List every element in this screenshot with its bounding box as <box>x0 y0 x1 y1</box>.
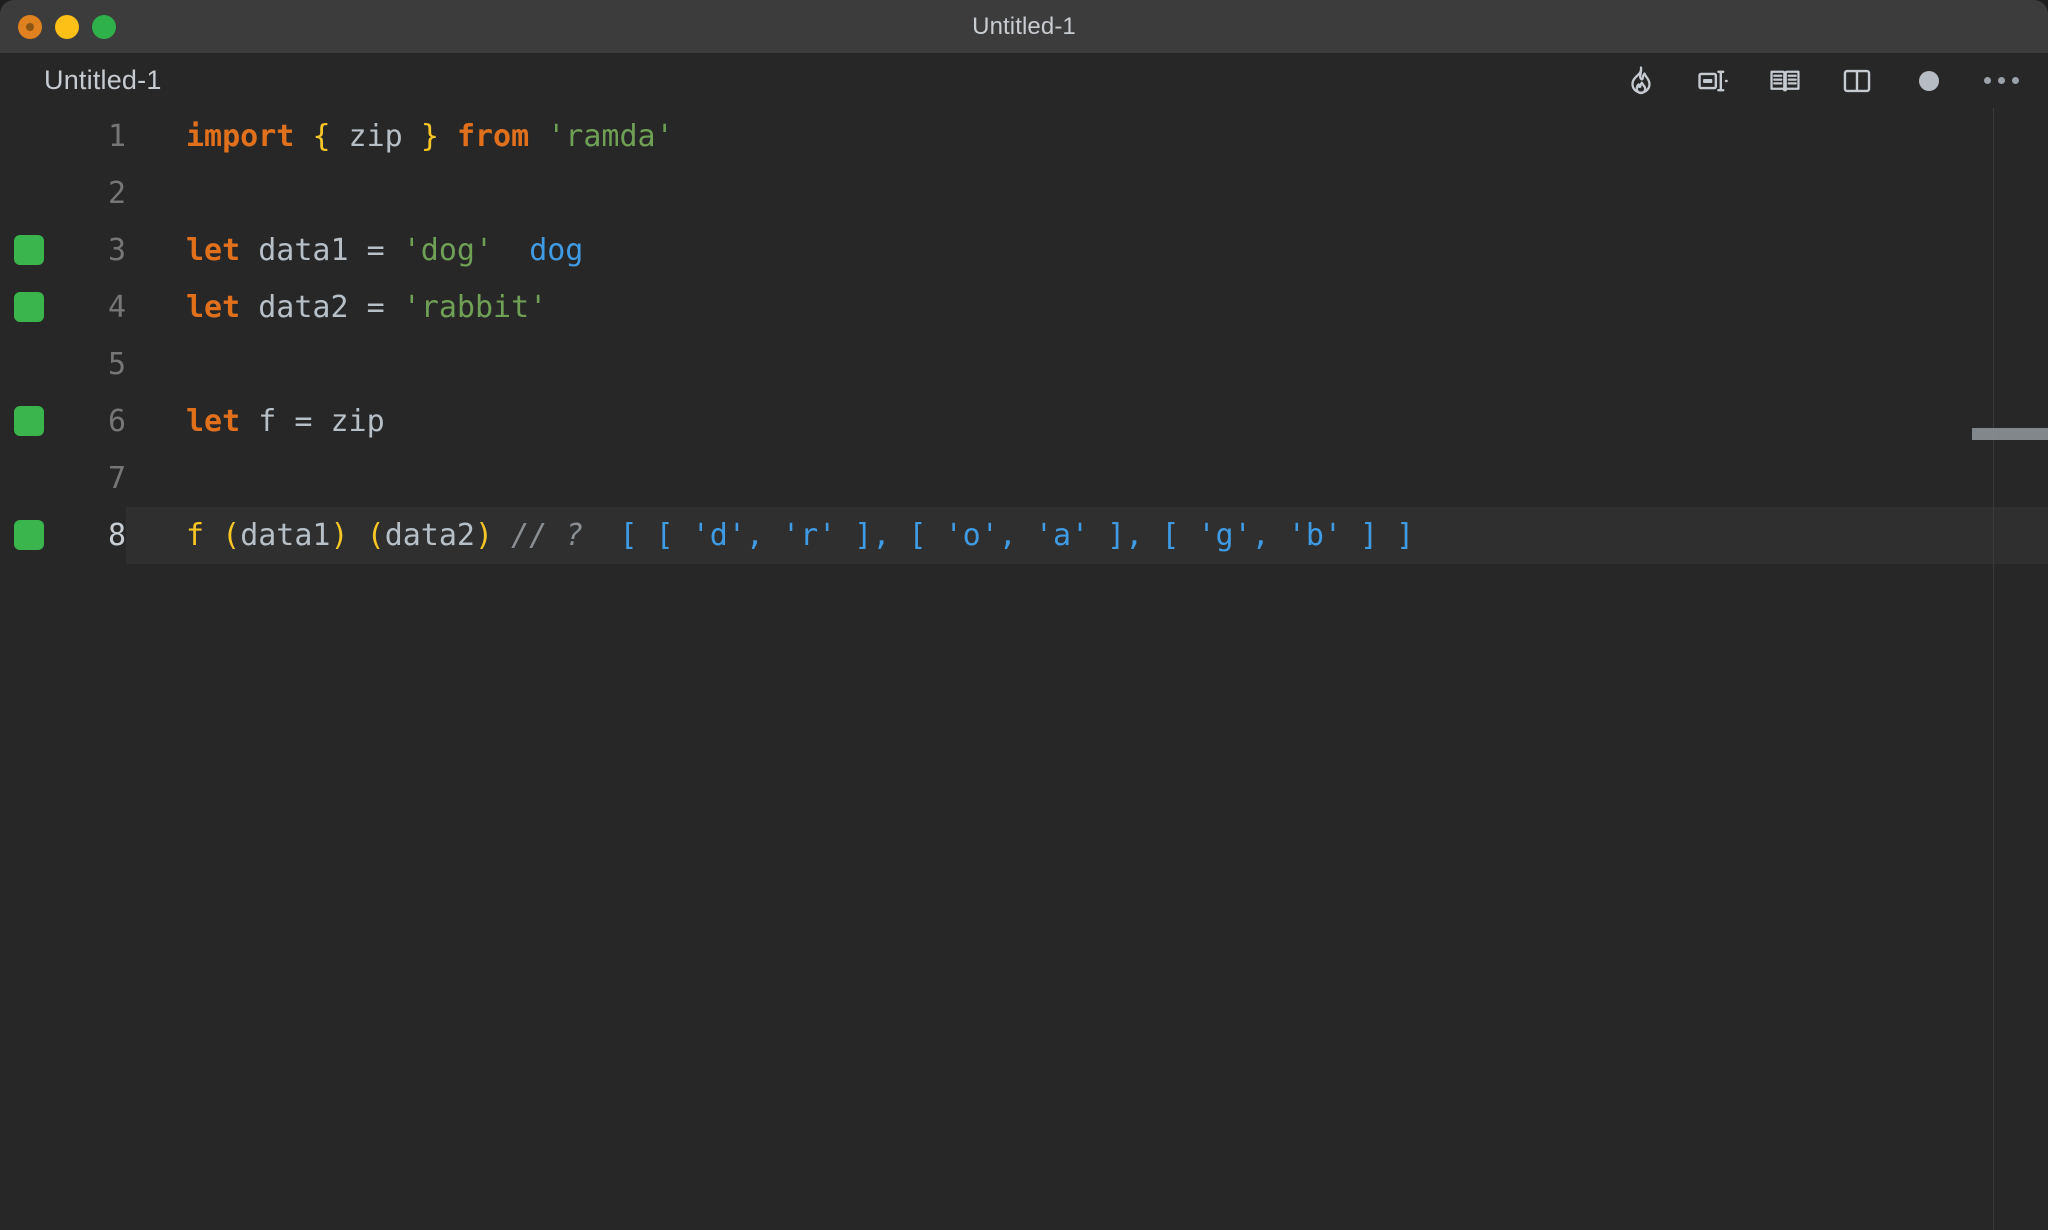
vertical-scrollbar[interactable] <box>1972 108 2048 1230</box>
token-bracket: ) <box>330 518 349 553</box>
run-to-cursor-icon[interactable] <box>1692 60 1734 102</box>
token-bracket: ( <box>366 518 385 553</box>
token-keyword: let <box>186 404 241 439</box>
code-line[interactable]: 8f (data1) (data2) // ? [ [ 'd', 'r' ], … <box>0 507 2048 564</box>
flame-icon[interactable] <box>1620 60 1662 102</box>
line-content[interactable] <box>126 336 2048 393</box>
scrollbar-thumb[interactable] <box>1972 428 2048 440</box>
unsaved-dot-icon[interactable] <box>1908 60 1950 102</box>
token-bracket: ) <box>475 518 494 553</box>
line-content[interactable]: f (data1) (data2) // ? [ [ 'd', 'r' ], [… <box>126 507 2048 564</box>
code-line[interactable]: 3 let data1 = 'dog' dog <box>0 222 2048 279</box>
token-keyword: let <box>186 233 241 268</box>
ellipsis-dot <box>1997 77 2005 84</box>
token-plain: data2 <box>384 518 475 553</box>
coverage-indicator <box>14 520 44 550</box>
ellipsis-dot <box>2011 77 2019 84</box>
tab-bar: Untitled-1 <box>0 53 2048 108</box>
token-plain: data1 = <box>240 233 403 268</box>
editor-window: Untitled-1 Untitled-1 1 import {zip} f… <box>0 0 2048 1230</box>
split-editor-icon[interactable] <box>1836 60 1878 102</box>
token-value: dog <box>529 233 584 268</box>
token-plain: data1 <box>240 518 331 553</box>
minimap-divider <box>1993 108 1994 1230</box>
token-plain: f = zip <box>240 404 385 439</box>
token-keyword: import <box>186 119 295 154</box>
unsaved-indicator <box>1919 70 1939 91</box>
traffic-light-group <box>18 0 116 53</box>
token-string: 'ramda' <box>547 119 674 154</box>
token-string: 'rabbit' <box>402 290 548 325</box>
line-number: 1 <box>107 119 126 154</box>
maximize-window-button[interactable] <box>92 14 116 39</box>
token-function: f <box>186 518 223 553</box>
editor-toolbar <box>1620 53 2022 108</box>
tab-untitled-1[interactable]: Untitled-1 <box>44 53 162 108</box>
line-content[interactable] <box>126 450 2048 507</box>
more-actions-icon[interactable] <box>1980 60 2022 102</box>
code-line[interactable]: 4 let data2 = 'rabbit' <box>0 279 2048 336</box>
close-window-button[interactable] <box>18 14 42 39</box>
code-line[interactable]: 7 <box>0 450 2048 507</box>
code-line[interactable]: 5 <box>0 336 2048 393</box>
token-bracket: } <box>420 119 439 154</box>
line-content[interactable]: let data2 = 'rabbit' <box>126 279 2048 336</box>
line-number: 2 <box>107 176 126 211</box>
token-keyword: let <box>186 290 241 325</box>
token-plain: data2 = <box>240 290 403 325</box>
window-title: Untitled-1 <box>972 13 1076 40</box>
code-line[interactable]: 6 let f = zip <box>0 393 2048 450</box>
token-bracket: { <box>312 119 331 154</box>
code-editor[interactable]: 1 import { zip } from 'ramda' 2 3 let data1 … <box>0 108 2048 1230</box>
window-titlebar: Untitled-1 <box>0 0 2048 53</box>
line-content[interactable]: let data1 = 'dog' dog <box>126 222 2048 279</box>
token-value: [ [ 'd', 'r' ], [ 'o', 'a' ], [ 'g', 'b'… <box>619 518 1415 553</box>
token-plain: zip <box>330 119 421 154</box>
open-book-icon[interactable] <box>1764 60 1806 102</box>
token-keyword: from <box>456 119 530 154</box>
minimize-window-button[interactable] <box>55 14 79 39</box>
token-string: 'dog' <box>402 233 494 268</box>
token-comment: // ? <box>511 518 584 553</box>
ellipsis-dot <box>1983 77 1991 84</box>
code-line[interactable]: 2 <box>0 165 2048 222</box>
coverage-indicator <box>14 406 44 436</box>
token-bracket: ( <box>222 518 241 553</box>
coverage-indicator <box>14 292 44 322</box>
line-number: 5 <box>107 347 126 382</box>
line-content[interactable]: import { zip } from 'ramda' <box>126 108 2048 165</box>
coverage-indicator <box>14 235 44 265</box>
line-content[interactable]: let f = zip <box>126 393 2048 450</box>
line-number: 7 <box>107 461 126 496</box>
line-content[interactable] <box>126 165 2048 222</box>
code-line[interactable]: 1 import { zip } from 'ramda' <box>0 108 2048 165</box>
code-lines[interactable]: 1 import { zip } from 'ramda' 2 3 let data1 … <box>0 108 2048 564</box>
